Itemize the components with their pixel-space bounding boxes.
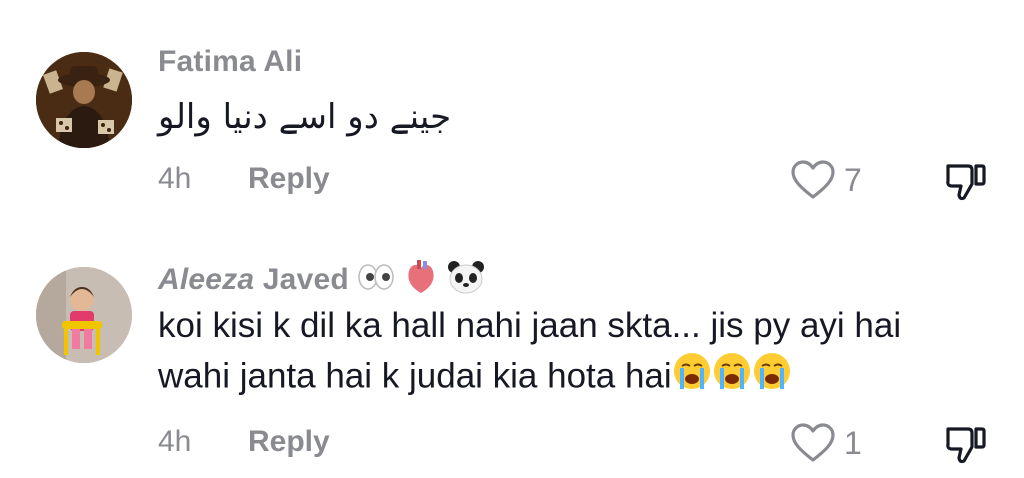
avatar-image	[36, 267, 132, 363]
like-count: 1	[844, 424, 862, 461]
username[interactable]: Aleeza Javed	[158, 259, 485, 303]
username-first: Aleeza	[158, 262, 255, 296]
like-button[interactable]: 7	[790, 160, 862, 200]
comment-meta: 4h Reply	[158, 425, 330, 459]
comment-text-line: wahi janta hai k judai kia hota hai	[158, 356, 672, 396]
comment-text: koi kisi k dil ka hall nahi jaan skta...…	[158, 301, 901, 405]
like-button[interactable]: 1	[790, 423, 862, 463]
comment-item: Aleeza Javed koi kisi k dil ka hall nahi…	[0, 245, 1024, 478]
comment-text-line: koi kisi k dil ka hall nahi jaan skta...…	[158, 306, 902, 345]
reply-button[interactable]: Reply	[248, 425, 330, 459]
loudly-crying-face-emoji	[712, 351, 752, 405]
heart-icon	[791, 160, 835, 199]
timestamp: 4h	[158, 425, 192, 458]
like-count: 7	[844, 161, 862, 198]
panda-emoji	[447, 260, 485, 302]
loudly-crying-face-emoji	[672, 351, 712, 405]
username[interactable]: Fatima Ali	[158, 45, 302, 79]
thumbs-down-icon	[946, 164, 986, 201]
thumbs-down-icon	[946, 427, 986, 464]
avatar[interactable]	[36, 267, 132, 363]
comment-text-line-2: wahi janta hai k judai kia hota hai	[158, 351, 901, 405]
comment-item: Fatima Ali جینے دو اسے دنیا والو 4h Repl…	[0, 0, 1024, 235]
comment-meta: 4h Reply	[158, 162, 330, 196]
username-rest: Javed	[254, 262, 349, 296]
avatar-image	[36, 52, 132, 148]
dislike-button[interactable]	[944, 160, 988, 209]
dislike-button[interactable]	[944, 423, 988, 472]
timestamp: 4h	[158, 162, 192, 195]
eyes-emoji	[357, 263, 395, 299]
loudly-crying-face-emoji	[752, 351, 792, 405]
heart-icon	[791, 423, 835, 462]
comment-text: جینے دو اسے دنیا والو	[158, 97, 452, 137]
anatomical-heart-emoji	[404, 259, 438, 303]
reply-button[interactable]: Reply	[248, 162, 330, 196]
avatar[interactable]	[36, 52, 132, 148]
